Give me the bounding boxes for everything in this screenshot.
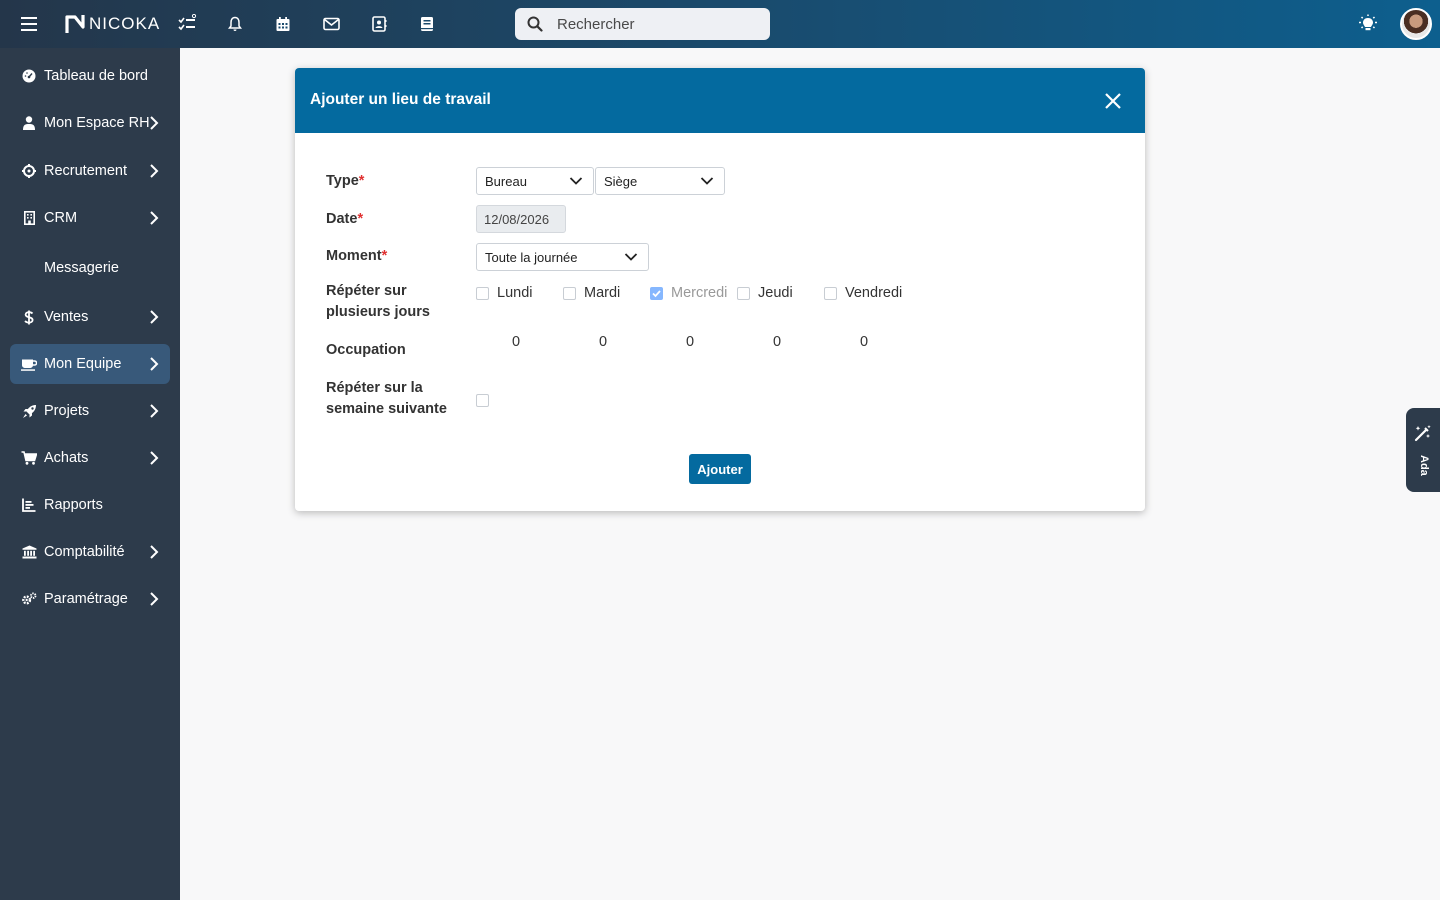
checkbox-vendredi[interactable] [824,287,837,300]
chevron-down-icon [624,253,638,261]
chevron-right-icon [150,211,159,225]
dashboard-icon [21,68,37,84]
coffee-icon [21,356,37,372]
user-avatar[interactable] [1400,8,1432,40]
date-field[interactable]: 12/08/2026 [476,205,566,233]
occupation-label: Occupation [326,342,406,358]
chevron-right-icon [150,404,159,418]
top-bar: NICOKA [0,0,1440,48]
lightbulb-icon[interactable] [1356,12,1380,36]
chevron-right-icon [150,592,159,606]
sidebar-item-achats[interactable]: Achats [10,438,170,478]
occupation-lundi: 0 [511,334,521,350]
day-label-lundi: Lundi [497,285,533,301]
chevron-down-icon [700,177,714,185]
magic-wand-icon [1414,425,1431,442]
app-logo[interactable]: NICOKA [64,12,160,36]
bell-icon[interactable] [223,12,247,36]
sidebar: Tableau de bord Mon Espace RH Recrutemen… [0,48,180,900]
location-select[interactable]: Siège [595,167,725,195]
sidebar-item-parametrage[interactable]: Paramétrage [10,579,170,619]
checkbox-mardi[interactable] [563,287,576,300]
building-icon [21,210,37,226]
modal-title: Ajouter un lieu de travail [310,91,491,108]
menu-icon[interactable] [17,12,41,36]
checkbox-repeat-next-week[interactable] [476,394,489,407]
sidebar-item-tableau-de-bord[interactable]: Tableau de bord [10,56,170,96]
cogs-icon [21,591,37,607]
checkbox-jeudi[interactable] [737,287,750,300]
add-button[interactable]: Ajouter [689,454,751,484]
sidebar-item-recrutement[interactable]: Recrutement [10,151,170,191]
mail-icon[interactable] [319,12,343,36]
sidebar-item-crm[interactable]: CRM [10,198,170,238]
contacts-icon[interactable] [367,12,391,36]
repeat-days-label: Répéter sur plusieurs jours [326,283,430,320]
search-icon [527,16,543,32]
day-label-mardi: Mardi [584,285,621,301]
book-icon[interactable] [415,12,439,36]
search-input[interactable] [557,15,747,33]
chevron-right-icon [150,310,159,324]
sidebar-item-comptabilite[interactable]: Comptabilité [10,532,170,572]
check-icon [652,290,661,298]
checkbox-mercredi[interactable] [650,287,663,300]
ada-label: Ada [1418,455,1430,476]
occupation-jeudi: 0 [772,334,782,350]
dollar-icon [21,309,37,325]
chevron-down-icon [569,177,583,185]
ada-assistant-tab[interactable]: Ada [1406,408,1440,492]
chevron-right-icon [150,451,159,465]
checkbox-lundi[interactable] [476,287,489,300]
tasks-icon[interactable] [175,12,199,36]
logo-text: NICOKA [89,14,161,33]
sidebar-item-projets[interactable]: Projets [10,391,170,431]
report-icon [21,497,37,513]
crosshair-icon [21,163,37,179]
occupation-vendredi: 0 [859,334,869,350]
sidebar-item-mon-espace-rh[interactable]: Mon Espace RH [10,103,170,143]
bank-icon [21,544,37,560]
moment-label: Moment* [326,248,388,264]
date-label: Date* [326,211,364,227]
repeat-week-label: Répéter sur la semaine suivante [326,380,447,417]
chevron-right-icon [150,357,159,371]
sidebar-item-mon-equipe[interactable]: Mon Equipe [10,344,170,384]
modal-header: Ajouter un lieu de travail [295,68,1145,133]
day-label-jeudi: Jeudi [758,285,793,301]
chevron-right-icon [150,164,159,178]
rocket-icon [21,403,37,419]
chevron-right-icon [150,116,159,130]
logo-icon [65,15,85,33]
close-icon[interactable] [1103,91,1123,111]
sidebar-item-messagerie[interactable]: Messagerie [10,248,170,288]
occupation-mercredi: 0 [685,334,695,350]
day-label-mercredi: Mercredi [671,285,728,301]
sidebar-item-ventes[interactable]: Ventes [10,297,170,337]
sidebar-item-rapports[interactable]: Rapports [10,485,170,525]
day-label-vendredi: Vendredi [845,285,903,301]
user-icon [21,115,37,131]
type-label: Type* [326,173,365,189]
search-bar[interactable] [515,8,770,40]
occupation-mardi: 0 [598,334,608,350]
calendar-icon[interactable] [271,12,295,36]
moment-select[interactable]: Toute la journée [476,243,649,271]
add-workplace-modal: Ajouter un lieu de travail Type* Bureau … [295,68,1145,511]
chevron-right-icon [150,545,159,559]
type-select[interactable]: Bureau [476,167,594,195]
cart-icon [21,450,37,466]
